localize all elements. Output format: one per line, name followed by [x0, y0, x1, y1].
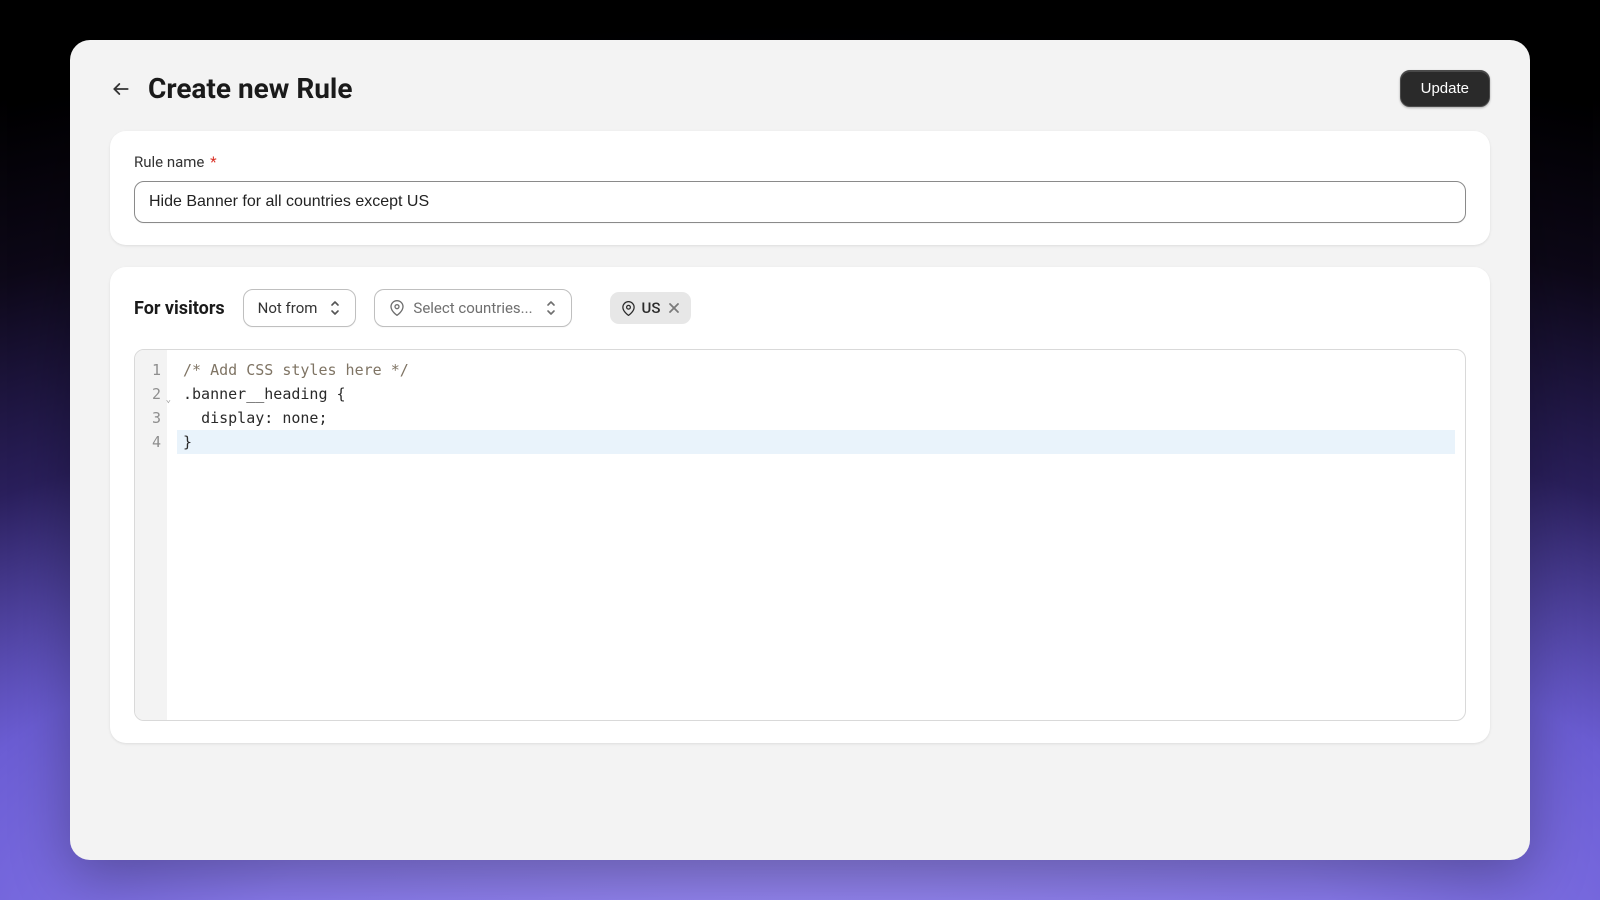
update-button[interactable]: Update [1400, 70, 1490, 107]
back-arrow-icon[interactable] [110, 78, 132, 100]
country-chips: US [610, 292, 692, 324]
css-editor[interactable]: 1 2⌄ 3 4 /* Add CSS styles here */.banne… [134, 349, 1466, 721]
chip-remove-icon[interactable] [668, 302, 680, 314]
code-line[interactable]: .banner__heading { [177, 382, 1455, 406]
rule-name-card: Rule name * [110, 131, 1490, 245]
header-left: Create new Rule [110, 72, 352, 105]
app-window: Create new Rule Update Rule name * For v… [70, 40, 1530, 860]
condition-select[interactable]: Not from [243, 289, 357, 327]
chevron-updown-icon [329, 300, 341, 316]
code-area[interactable]: /* Add CSS styles here */.banner__headin… [167, 350, 1465, 720]
country-chip-label: US [642, 299, 661, 317]
visitors-card: For visitors Not from Select countries..… [110, 267, 1490, 743]
page-title: Create new Rule [148, 72, 352, 105]
rule-name-input[interactable] [134, 181, 1466, 223]
fold-marker-icon[interactable]: ⌄ [166, 388, 171, 412]
code-line[interactable]: display: none; [177, 406, 1455, 430]
visitors-row: For visitors Not from Select countries..… [134, 289, 1466, 327]
rule-name-label-text: Rule name [134, 153, 204, 171]
visitors-label: For visitors [134, 298, 225, 319]
country-select[interactable]: Select countries... [374, 289, 571, 327]
required-marker: * [210, 153, 216, 171]
rule-name-label: Rule name * [134, 153, 1466, 171]
location-pin-icon [621, 300, 636, 317]
line-number: 4 [143, 430, 161, 454]
line-number: 1 [143, 358, 161, 382]
code-line[interactable]: } [177, 430, 1455, 454]
country-select-placeholder: Select countries... [413, 299, 532, 317]
code-line[interactable]: /* Add CSS styles here */ [177, 358, 1455, 382]
line-number: 3 [143, 406, 161, 430]
chevron-updown-icon [545, 300, 557, 316]
country-chip: US [610, 292, 692, 324]
editor-gutter: 1 2⌄ 3 4 [135, 350, 167, 720]
condition-select-value: Not from [258, 299, 318, 317]
page-header: Create new Rule Update [110, 70, 1490, 107]
line-number: 2⌄ [143, 382, 161, 406]
location-pin-icon [389, 299, 405, 317]
